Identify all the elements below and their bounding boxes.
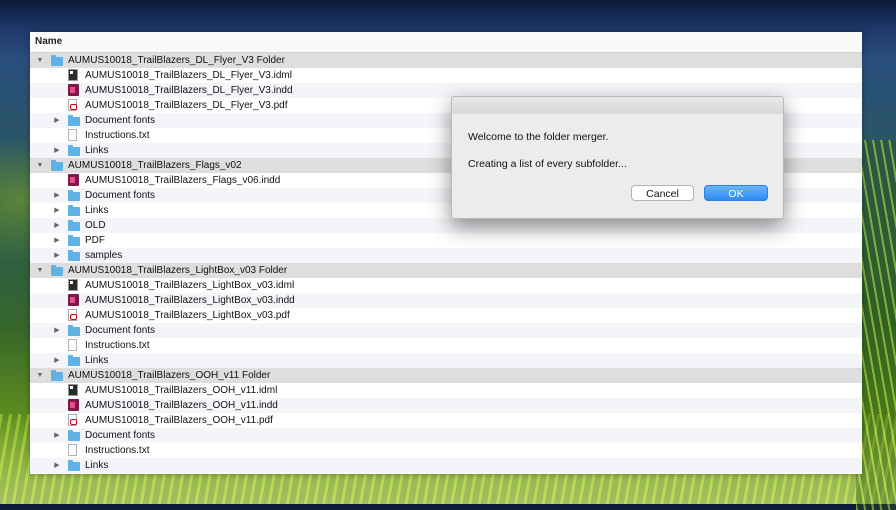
folder-icon	[68, 430, 80, 441]
item-label: OLD	[85, 220, 106, 231]
folder-icon	[68, 235, 80, 246]
list-item[interactable]: AUMUS10018_TrailBlazers_OOH_v11.idml	[30, 383, 862, 398]
item-label: AUMUS10018_TrailBlazers_OOH_v11.indd	[85, 400, 278, 411]
item-label: AUMUS10018_TrailBlazers_OOH_v11 Folder	[68, 370, 271, 381]
list-item[interactable]: Instructions.txt	[30, 443, 862, 458]
item-label: Links	[85, 145, 109, 156]
dialog-message: Welcome to the folder merger.	[468, 131, 609, 143]
item-label: Instructions.txt	[85, 130, 150, 141]
list-item[interactable]: AUMUS10018_TrailBlazers_LightBox_v03.pdf	[30, 308, 862, 323]
folder-icon	[68, 115, 80, 126]
cancel-button[interactable]: Cancel	[631, 185, 694, 201]
indd-file-icon	[68, 84, 79, 96]
ok-button[interactable]: OK	[704, 185, 768, 201]
disclosure-collapsed-icon[interactable]: ▶	[52, 233, 62, 248]
item-label: AUMUS10018_TrailBlazers_LightBox_v03.pdf	[85, 310, 290, 321]
item-label: AUMUS10018_TrailBlazers_OOH_v11.idml	[85, 385, 278, 396]
list-item[interactable]: ▶ OLD	[30, 218, 862, 233]
list-item[interactable]: ▶ Document fonts	[30, 428, 862, 443]
item-label: PDF	[85, 235, 105, 246]
disclosure-collapsed-icon[interactable]: ▶	[52, 218, 62, 233]
folder-icon	[68, 205, 80, 216]
list-item[interactable]: AUMUS10018_TrailBlazers_LightBox_v03.ind…	[30, 293, 862, 308]
list-item[interactable]: AUMUS10018_TrailBlazers_OOH_v11.indd	[30, 398, 862, 413]
folder-icon	[51, 370, 63, 381]
list-item[interactable]: AUMUS10018_TrailBlazers_OOH_v11.pdf	[30, 413, 862, 428]
disclosure-collapsed-icon[interactable]: ▶	[52, 353, 62, 368]
list-item[interactable]: ▶ Document fonts	[30, 323, 862, 338]
text-file-icon	[68, 129, 77, 141]
background-grass-right	[856, 140, 896, 510]
item-label: Instructions.txt	[85, 445, 150, 456]
item-label: AUMUS10018_TrailBlazers_LightBox_v03 Fol…	[68, 265, 288, 276]
folder-icon	[51, 265, 63, 276]
indd-file-icon	[68, 174, 79, 186]
disclosure-expanded-icon[interactable]: ▼	[35, 158, 45, 173]
disclosure-expanded-icon[interactable]: ▼	[35, 368, 45, 383]
list-item[interactable]: AUMUS10018_TrailBlazers_LightBox_v03.idm…	[30, 278, 862, 293]
item-label: Links	[85, 205, 109, 216]
idml-file-icon	[68, 69, 78, 81]
pdf-file-icon	[68, 414, 77, 426]
item-label: Links	[85, 460, 109, 471]
list-item[interactable]: ▶ PDF	[30, 233, 862, 248]
folder-icon	[51, 160, 63, 171]
group-folder-row[interactable]: ▼ AUMUS10018_TrailBlazers_DL_Flyer_V3 Fol…	[30, 53, 862, 68]
list-item[interactable]: ▶ Links	[30, 458, 862, 473]
dialog-status: Creating a list of every subfolder...	[468, 158, 627, 170]
list-item[interactable]: ▶ samples	[30, 248, 862, 263]
item-label: AUMUS10018_TrailBlazers_LightBox_v03.idm…	[85, 280, 295, 291]
indd-file-icon	[68, 294, 79, 306]
disclosure-collapsed-icon[interactable]: ▶	[52, 113, 62, 128]
folder-icon	[51, 55, 63, 66]
item-label: samples	[85, 250, 123, 261]
item-label: Document fonts	[85, 190, 156, 201]
item-label: AUMUS10018_TrailBlazers_DL_Flyer_V3 Fold…	[68, 55, 285, 66]
list-item[interactable]: Instructions.txt	[30, 338, 862, 353]
disclosure-collapsed-icon[interactable]: ▶	[52, 323, 62, 338]
item-label: Document fonts	[85, 115, 156, 126]
disclosure-collapsed-icon[interactable]: ▶	[52, 248, 62, 263]
item-label: Document fonts	[85, 430, 156, 441]
name-column-header[interactable]: Name	[30, 32, 862, 53]
folder-merger-dialog: Welcome to the folder merger. Creating a…	[451, 96, 784, 219]
dialog-titlebar[interactable]	[452, 97, 783, 114]
disclosure-collapsed-icon[interactable]: ▶	[52, 143, 62, 158]
item-label: AUMUS10018_TrailBlazers_DL_Flyer_V3.indd	[85, 85, 293, 96]
folder-icon	[68, 460, 80, 471]
item-label: AUMUS10018_TrailBlazers_DL_Flyer_V3.pdf	[85, 100, 288, 111]
item-label: Document fonts	[85, 325, 156, 336]
disclosure-collapsed-icon[interactable]: ▶	[52, 203, 62, 218]
item-label: AUMUS10018_TrailBlazers_Flags_v06.indd	[85, 175, 281, 186]
item-label: AUMUS10018_TrailBlazers_OOH_v11.pdf	[85, 415, 273, 426]
item-label: Instructions.txt	[85, 340, 150, 351]
text-file-icon	[68, 444, 77, 456]
item-label: Links	[85, 355, 109, 366]
group-folder-row[interactable]: ▼ AUMUS10018_TrailBlazers_LightBox_v03 Fo…	[30, 263, 862, 278]
idml-file-icon	[68, 279, 78, 291]
disclosure-collapsed-icon[interactable]: ▶	[52, 188, 62, 203]
folder-icon	[68, 145, 80, 156]
folder-icon	[68, 355, 80, 366]
disclosure-expanded-icon[interactable]: ▼	[35, 53, 45, 68]
disclosure-collapsed-icon[interactable]: ▶	[52, 458, 62, 473]
indd-file-icon	[68, 399, 79, 411]
pdf-file-icon	[68, 99, 77, 111]
item-label: AUMUS10018_TrailBlazers_Flags_v02	[68, 160, 242, 171]
text-file-icon	[68, 339, 77, 351]
group-folder-row[interactable]: ▼ AUMUS10018_TrailBlazers_OOH_v11 Folder	[30, 368, 862, 383]
pdf-file-icon	[68, 309, 77, 321]
disclosure-expanded-icon[interactable]: ▼	[35, 263, 45, 278]
folder-icon	[68, 220, 80, 231]
idml-file-icon	[68, 384, 78, 396]
disclosure-collapsed-icon[interactable]: ▶	[52, 428, 62, 443]
item-label: AUMUS10018_TrailBlazers_DL_Flyer_V3.idml	[85, 70, 292, 81]
list-item[interactable]: ▶ Links	[30, 353, 862, 368]
item-label: AUMUS10018_TrailBlazers_LightBox_v03.ind…	[85, 295, 295, 306]
folder-icon	[68, 190, 80, 201]
list-item[interactable]: AUMUS10018_TrailBlazers_DL_Flyer_V3.idml	[30, 68, 862, 83]
folder-icon	[68, 325, 80, 336]
folder-icon	[68, 250, 80, 261]
